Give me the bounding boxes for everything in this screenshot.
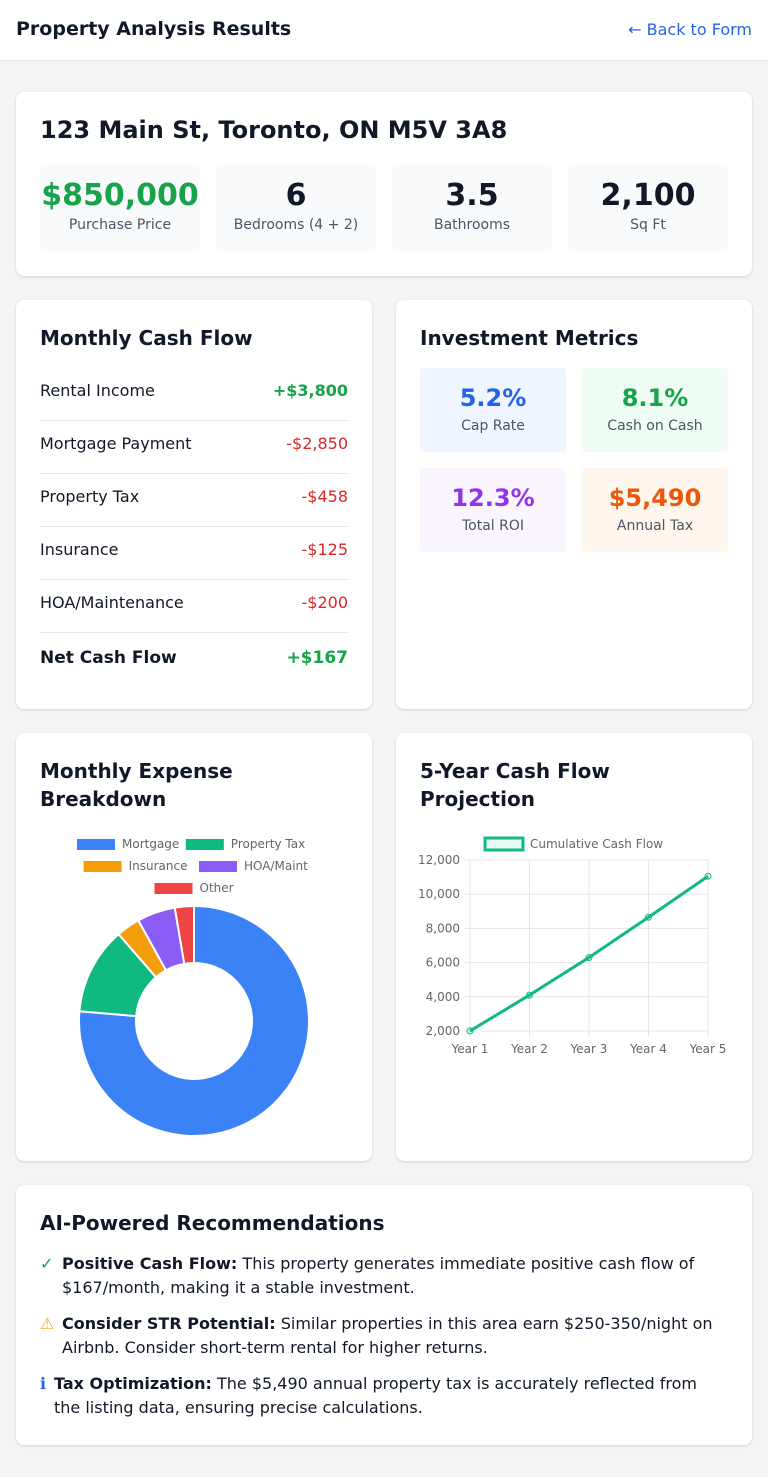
stat-purchase-price: $850,000 Purchase Price xyxy=(40,164,200,252)
metric-value: 8.1% xyxy=(621,384,689,412)
y-tick-label: 4,000 xyxy=(426,990,460,1004)
cash-flow-value: -$125 xyxy=(301,540,349,559)
property-address: 123 Main St, Toronto, ON M5V 3A8 xyxy=(40,116,508,144)
metric-total-roi: 12.3% Total ROI xyxy=(420,468,566,552)
metric-value: 12.3% xyxy=(451,484,535,512)
x-tick-label: Year 4 xyxy=(629,1042,667,1056)
projection-line-chart: Cumulative Cash Flow 2,000 4,000 6,000 8,000… xyxy=(418,836,727,1056)
y-tick-label: 10,000 xyxy=(418,887,460,901)
cash-flow-projection-card: 5-Year Cash Flow Projection Cumulative C… xyxy=(396,733,752,1161)
recommendation-body: Tax Optimization: The $5,490 annual prop… xyxy=(54,1372,720,1420)
back-to-form-link[interactable]: ← Back to Form xyxy=(628,20,752,39)
legend-swatch xyxy=(185,839,224,850)
metric-label: Total ROI xyxy=(461,518,525,534)
cash-flow-value: -$200 xyxy=(301,593,349,612)
top-bar: Property Analysis Results ← Back to Form xyxy=(0,0,768,61)
cash-flow-value: -$2,850 xyxy=(286,434,348,453)
stat-label: Bedrooms (4 + 2) xyxy=(233,217,359,233)
investment-metrics-card: Investment Metrics 5.2% Cap Rate 8.1% Ca… xyxy=(396,300,752,709)
x-tick-label: Year 1 xyxy=(451,1042,489,1056)
x-tick-label: Year 2 xyxy=(510,1042,548,1056)
metric-value: $5,490 xyxy=(608,484,702,512)
recommendation-heading: Consider STR Potential: xyxy=(62,1314,276,1333)
recommendations-title: AI-Powered Recommendations xyxy=(40,1211,385,1235)
metric-label: Cash on Cash xyxy=(607,418,703,434)
stat-label: Bathrooms xyxy=(433,217,511,233)
stat-label: Purchase Price xyxy=(68,217,172,233)
y-tick-label: 8,000 xyxy=(426,921,460,935)
cash-flow-value: +$3,800 xyxy=(272,381,348,400)
cash-flow-row-insurance: Insurance -$125 xyxy=(40,527,348,580)
expense-doughnut-chart: Mortgage Property Tax Insurance HOA/Maint Ot… xyxy=(77,837,310,1137)
property-summary-card: 123 Main St, Toronto, ON M5V 3A8 $850,00… xyxy=(16,92,752,276)
legend-swatch xyxy=(77,839,115,850)
metric-cap-rate: 5.2% Cap Rate xyxy=(420,368,566,452)
y-tick-label: 2,000 xyxy=(426,1024,460,1038)
stat-value: 3.5 xyxy=(445,178,499,213)
legend-swatch xyxy=(154,883,193,894)
legend-swatch xyxy=(83,861,122,872)
data-point xyxy=(585,953,593,961)
cash-flow-row-hoa-maintenance: HOA/Maintenance -$200 xyxy=(40,580,348,633)
metric-cash-on-cash: 8.1% Cash on Cash xyxy=(582,368,728,452)
y-tick-label: 6,000 xyxy=(426,956,460,970)
recommendation-heading: Tax Optimization: xyxy=(54,1374,212,1393)
metric-annual-tax: $5,490 Annual Tax xyxy=(582,468,728,552)
cash-flow-title: Monthly Cash Flow xyxy=(40,326,253,350)
x-tick-label: Year 3 xyxy=(570,1042,608,1056)
recommendations-card: AI-Powered Recommendations ✓ Positive Ca… xyxy=(16,1185,752,1445)
recommendation-str-potential: ⚠ Consider STR Potential: Similar proper… xyxy=(40,1312,720,1360)
check-icon: ✓ xyxy=(40,1254,54,1273)
cash-flow-label: Insurance xyxy=(40,540,119,559)
warning-icon: ⚠ xyxy=(40,1314,55,1333)
cash-flow-row-rental-income: Rental Income +$3,800 xyxy=(40,368,348,421)
cash-flow-label: Rental Income xyxy=(40,381,155,400)
data-point xyxy=(466,1027,474,1035)
recommendation-body: Consider STR Potential: Similar properti… xyxy=(62,1312,720,1360)
cash-flow-value: -$458 xyxy=(301,487,349,506)
recommendation-tax-optimization: ℹ Tax Optimization: The $5,490 annual pr… xyxy=(40,1372,720,1420)
legend-label: Cumulative Cash Flow xyxy=(530,837,663,851)
stat-bathrooms: 3.5 Bathrooms xyxy=(392,164,552,252)
x-tick-label: Year 5 xyxy=(689,1042,727,1056)
legend-label: Insurance xyxy=(129,859,188,873)
stat-square-feet: 2,100 Sq Ft xyxy=(568,164,728,252)
net-cash-flow-label: Net Cash Flow xyxy=(40,648,177,668)
data-point xyxy=(526,991,533,999)
legend-label: HOA/Maint xyxy=(244,859,308,873)
stat-bedrooms: 6 Bedrooms (4 + 2) xyxy=(216,164,376,252)
stat-value: $850,000 xyxy=(41,178,199,213)
metric-value: 5.2% xyxy=(459,384,527,412)
legend-swatch xyxy=(199,861,237,872)
stat-value: 6 xyxy=(285,178,307,213)
stat-label: Sq Ft xyxy=(630,217,666,233)
recommendation-heading: Positive Cash Flow: xyxy=(62,1254,238,1273)
metric-label: Cap Rate xyxy=(461,418,525,434)
page-title: Property Analysis Results xyxy=(16,18,292,40)
net-cash-flow-row: Net Cash Flow +$167 xyxy=(40,635,348,688)
info-icon: ℹ xyxy=(40,1374,47,1393)
recommendation-positive-cash-flow: ✓ Positive Cash Flow: This property gene… xyxy=(40,1252,720,1300)
legend-label: Property Tax xyxy=(231,837,305,851)
cash-flow-label: HOA/Maintenance xyxy=(40,593,184,612)
cash-flow-row-property-tax: Property Tax -$458 xyxy=(40,474,348,527)
cash-flow-label: Mortgage Payment xyxy=(40,434,192,453)
legend-label: Mortgage xyxy=(122,837,179,851)
metrics-title: Investment Metrics xyxy=(420,326,639,350)
data-point xyxy=(704,872,712,880)
net-cash-flow-value: +$167 xyxy=(286,648,348,668)
stat-value: 2,100 xyxy=(600,178,696,213)
legend-swatch xyxy=(483,836,525,852)
expense-breakdown-card: Monthly Expense Breakdown Mortgage Proper… xyxy=(16,733,372,1161)
legend-label: Other xyxy=(200,881,234,895)
y-tick-label: 12,000 xyxy=(418,853,460,867)
recommendation-body: Positive Cash Flow: This property genera… xyxy=(62,1252,720,1300)
cash-flow-label: Property Tax xyxy=(40,487,140,506)
metric-label: Annual Tax xyxy=(616,518,694,534)
cash-flow-row-mortgage: Mortgage Payment -$2,850 xyxy=(40,421,348,474)
data-point xyxy=(645,913,652,921)
monthly-cash-flow-card: Monthly Cash Flow Rental Income +$3,800 … xyxy=(16,300,372,709)
